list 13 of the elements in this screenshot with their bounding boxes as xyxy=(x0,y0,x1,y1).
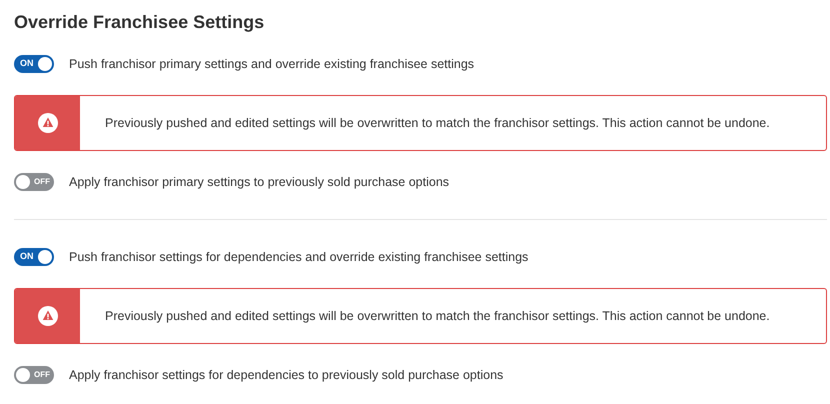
warning-icon xyxy=(38,306,58,326)
warning-icon xyxy=(38,113,58,133)
warning-message: Previously pushed and edited settings will be overwritten to match the franchisor settings. This action cannot be undone. xyxy=(105,308,770,325)
toggle-switch[interactable]: OFF xyxy=(14,366,54,384)
toggle-label: Apply franchisor primary settings to previously sold purchase options xyxy=(69,174,450,191)
toggle-switch[interactable]: OFF xyxy=(14,173,54,191)
page-title: Override Franchisee Settings xyxy=(14,11,266,34)
toggle-label: Push franchisor primary settings and override existing franchisee settings xyxy=(69,56,474,73)
toggle-label: Push franchisor settings for dependencies and override existing franchisee settings xyxy=(69,248,528,266)
toggle-switch[interactable]: ON xyxy=(14,55,54,73)
toggle-switch[interactable]: ON xyxy=(14,248,54,266)
warning-message: Previously pushed and edited settings will be overwritten to match the franchisor settings. This action cannot be undone. xyxy=(105,114,770,132)
toggle-label: Apply franchisor settings for dependencies to previously sold purchase options xyxy=(69,366,504,384)
